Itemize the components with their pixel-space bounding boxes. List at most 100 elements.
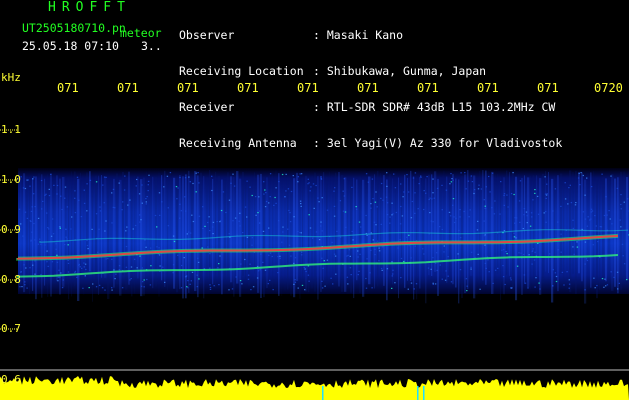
noise-speckle — [502, 265, 504, 267]
noise-speckle — [149, 247, 152, 249]
noise-speckle — [391, 287, 393, 289]
noise-speckle — [360, 226, 362, 228]
noise-speckle — [39, 238, 41, 240]
noise-speckle — [427, 267, 430, 269]
noise-speckle — [491, 207, 493, 209]
noise-speckle — [269, 252, 272, 254]
noise-speckle — [380, 223, 382, 225]
noise-streak — [74, 171, 76, 287]
noise-streak — [368, 176, 371, 285]
noise-speckle — [407, 288, 409, 290]
noise-speckle — [501, 249, 503, 251]
noise-speckle — [394, 282, 396, 284]
x-tick-label: 071 — [417, 81, 439, 95]
noise-speckle — [301, 254, 303, 256]
noise-speckle — [515, 217, 518, 219]
noise-speckle — [523, 274, 526, 276]
noise-speckle — [434, 283, 437, 285]
noise-streak — [245, 179, 247, 282]
noise-speckle — [263, 193, 265, 195]
noise-speckle — [514, 222, 516, 224]
noise-speckle — [568, 279, 570, 281]
noise-speckle — [554, 188, 557, 190]
noise-speckle — [34, 260, 36, 262]
noise-speckle — [297, 176, 299, 178]
noise-speckle — [244, 206, 247, 208]
noise-speckle — [374, 254, 376, 256]
noise-streak — [566, 174, 569, 290]
noise-speckle — [470, 251, 473, 253]
noise-speckle — [121, 209, 123, 211]
noise-speckle — [104, 230, 106, 232]
noise-speckle — [140, 285, 143, 287]
noise-speckle — [620, 203, 622, 206]
noise-speckle — [102, 184, 104, 186]
noise-speckle — [55, 248, 57, 250]
noise-streak — [236, 171, 239, 284]
noise-speckle — [557, 221, 559, 223]
noise-speckle — [450, 181, 453, 183]
noise-streak — [125, 177, 128, 290]
noise-speckle — [186, 233, 188, 235]
noise-speckle — [246, 236, 249, 238]
noise-speckle — [251, 244, 253, 246]
noise-speckle — [301, 251, 303, 253]
noise-speckle — [164, 281, 166, 283]
noise-speckle — [451, 178, 453, 180]
noise-speckle — [125, 230, 127, 232]
noise-speckle — [378, 247, 380, 249]
noise-speckle — [435, 262, 437, 264]
noise-speckle — [584, 194, 586, 196]
noise-speckle — [439, 226, 441, 228]
noise-speckle — [187, 280, 189, 282]
noise-streak — [224, 177, 226, 280]
noise-speckle — [111, 287, 113, 289]
noise-speckle — [80, 216, 83, 218]
noise-speckle — [575, 202, 577, 204]
noise-streak — [302, 178, 304, 285]
noise-speckle — [112, 206, 115, 208]
noise-speckle — [308, 214, 310, 216]
noise-speckle — [477, 220, 479, 222]
noise-speckle — [594, 215, 596, 217]
noise-speckle — [217, 267, 219, 269]
noise-speckle — [32, 178, 34, 180]
noise-speckle — [167, 225, 170, 227]
noise-speckle — [290, 255, 292, 257]
noise-speckle — [321, 287, 324, 289]
noise-speckle — [346, 276, 349, 278]
noise-speckle — [449, 183, 451, 185]
noise-speckle — [228, 233, 230, 235]
noise-speckle — [479, 288, 481, 290]
noise-speckle — [374, 201, 377, 203]
noise-speckle — [611, 223, 613, 225]
noise-speckle — [268, 254, 270, 256]
noise-speckle — [209, 267, 211, 269]
noise-speckle — [546, 183, 548, 185]
noise-speckle — [87, 248, 89, 250]
noise-speckle — [420, 175, 422, 177]
noise-streak — [242, 171, 245, 276]
noise-speckle — [447, 256, 449, 258]
noise-speckle — [549, 253, 551, 255]
noise-speckle — [297, 287, 299, 289]
noise-speckle — [313, 207, 315, 209]
noise-speckle — [85, 268, 87, 271]
noise-speckle — [616, 187, 619, 189]
noise-streak — [152, 176, 154, 289]
noise-streak — [476, 177, 478, 296]
noise-speckle — [321, 280, 323, 282]
noise-speckle — [105, 258, 107, 260]
noise-speckle — [606, 284, 609, 286]
noise-speckle — [50, 173, 52, 175]
noise-speckle — [564, 182, 566, 184]
noise-speckle — [97, 251, 99, 253]
noise-speckle — [564, 198, 567, 200]
x-tick-label: 071 — [177, 81, 199, 95]
noise-speckle — [145, 201, 147, 203]
noise-speckle — [333, 253, 336, 255]
noise-streak — [80, 172, 82, 279]
noise-speckle — [391, 214, 393, 216]
noise-speckle — [83, 266, 85, 268]
noise-speckle — [29, 267, 31, 269]
